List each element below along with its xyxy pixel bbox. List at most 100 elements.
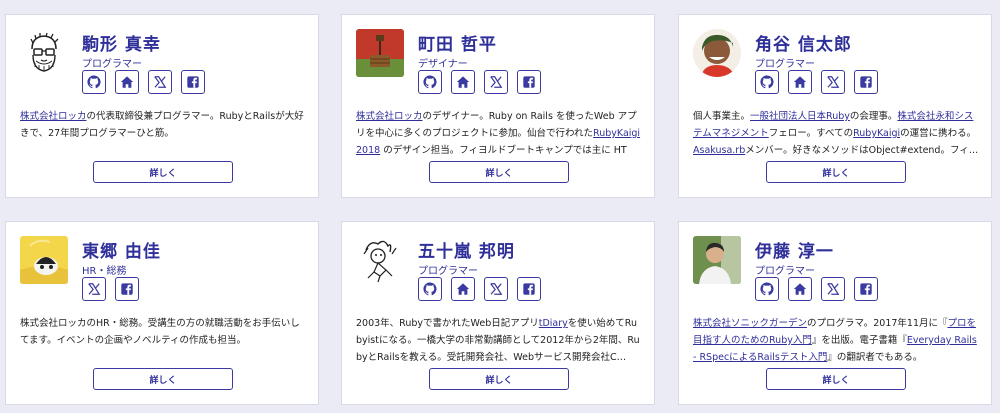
x-icon [153,75,167,89]
x-icon [87,282,101,296]
member-name: 町田 哲平 [418,35,497,55]
facebook-link[interactable] [181,70,205,94]
home-icon [793,75,807,89]
x-link[interactable] [821,277,845,301]
bio-text: のデザイン担当。フィヨルドブートキャンプでは主に HTM… [383,145,627,156]
home-link[interactable] [451,277,475,301]
details-button[interactable]: 詳しく [93,368,233,390]
profile-card: 町田 哲平 デザイナー 株式会社ロッカのデザイナー。Ruby on Rails … [341,14,655,198]
x-icon [489,75,503,89]
member-bio: 2003年、Rubyで書かれたWeb日記アプリtDiaryを使い始めてRubyi… [356,315,642,366]
bio-link[interactable]: 一般社団法人日本Ruby [750,111,850,122]
social-links [82,70,205,94]
x-link[interactable] [484,70,508,94]
profile-card: 駒形 真幸 プログラマー 株式会社ロッカの代表取締役兼プログラマー。RubyとR… [5,14,319,198]
bio-link[interactable]: tDiary [539,318,568,329]
profile-card: 東郷 由佳 HR・総務 株式会社ロッカのHR・総務。受講生の方の就職活動をお手伝… [5,221,319,405]
profile-card: 五十嵐 邦明 プログラマー 2003年、Rubyで書かれたWeb日記アプリtDi… [341,221,655,405]
bio-text: フェロー。すべての [768,128,854,139]
bio-text: の会理事。 [849,111,898,122]
member-bio: 個人事業主。一般社団法人日本Rubyの会理事。株式会社永和システムマネジメントフ… [693,108,979,159]
bio-text: 』の翻訳者でもある。 [827,352,923,363]
github-link[interactable] [418,70,442,94]
social-links [418,277,541,301]
member-name: 角谷 信太郎 [755,35,852,55]
home-link[interactable] [788,277,812,301]
member-name: 伊藤 淳一 [755,242,834,262]
facebook-icon [859,282,873,296]
x-icon [826,75,840,89]
avatar [20,29,68,77]
home-icon [456,75,470,89]
member-bio: 株式会社ロッカのHR・総務。受講生の方の就職活動をお手伝いしてます。イベントの企… [20,315,306,366]
github-icon [87,75,101,89]
details-button[interactable]: 詳しく [429,368,569,390]
details-button[interactable]: 詳しく [766,161,906,183]
profile-card: 伊藤 淳一 プログラマー 株式会社ソニックガーデンのプログラマ。2017年11月… [678,221,992,405]
x-icon [826,282,840,296]
member-name: 東郷 由佳 [82,242,161,262]
bio-text: メンバー。好きなメソッドはObject#extend。フィ… [745,145,979,156]
github-icon [423,282,437,296]
avatar [693,29,741,77]
avatar [20,236,68,284]
bio-link[interactable]: 株式会社ロッカ [356,111,423,122]
bio-link[interactable]: Asakusa.rb [693,145,745,156]
x-link[interactable] [148,70,172,94]
github-icon [760,282,774,296]
member-role: デザイナー [418,59,468,70]
details-button[interactable]: 詳しく [429,161,569,183]
github-link[interactable] [755,277,779,301]
member-bio: 株式会社ロッカの代表取締役兼プログラマー。RubyとRailsが大好きで、27年… [20,108,306,159]
bio-text: の運営に携わる。 [900,128,977,139]
bio-link[interactable]: 株式会社ロッカ [20,111,87,122]
details-button[interactable]: 詳しく [766,368,906,390]
home-icon [120,75,134,89]
team-grid: 駒形 真幸 プログラマー 株式会社ロッカの代表取締役兼プログラマー。RubyとR… [0,0,1000,413]
member-bio: 株式会社ロッカのデザイナー。Ruby on Rails を使ったWeb アプリを… [356,108,642,159]
member-role: プログラマー [755,59,815,70]
facebook-link[interactable] [517,277,541,301]
home-link[interactable] [451,70,475,94]
x-icon [489,282,503,296]
bio-text: 』を出版。電子書籍『 [811,335,907,346]
home-link[interactable] [115,70,139,94]
bio-text: 株式会社ロッカのHR・総務。受講生の方の就職活動をお手伝いしてます。イベントの企… [20,318,300,346]
x-link[interactable] [821,70,845,94]
facebook-link[interactable] [115,277,139,301]
x-link[interactable] [484,277,508,301]
facebook-link[interactable] [854,277,878,301]
avatar [693,236,741,284]
member-role: HR・総務 [82,266,127,277]
social-links [755,70,878,94]
facebook-icon [186,75,200,89]
facebook-link[interactable] [517,70,541,94]
member-name: 駒形 真幸 [82,35,161,55]
home-link[interactable] [788,70,812,94]
social-links [755,277,878,301]
bio-text: 2003年、Rubyで書かれたWeb日記アプリ [356,318,539,329]
bio-link[interactable]: 株式会社ソニックガーデン [693,318,807,329]
member-bio: 株式会社ソニックガーデンのプログラマ。2017年11月に『プロを目指す人のための… [693,315,979,366]
x-link[interactable] [82,277,106,301]
bio-link[interactable]: RubyKaigi [853,128,900,139]
facebook-icon [522,75,536,89]
facebook-link[interactable] [854,70,878,94]
details-button[interactable]: 詳しく [93,161,233,183]
github-icon [760,75,774,89]
facebook-icon [120,282,134,296]
facebook-icon [859,75,873,89]
github-link[interactable] [82,70,106,94]
social-links [418,70,541,94]
github-link[interactable] [755,70,779,94]
home-icon [793,282,807,296]
member-role: プログラマー [755,266,815,277]
facebook-icon [522,282,536,296]
profile-card: 角谷 信太郎 プログラマー 個人事業主。一般社団法人日本Rubyの会理事。株式会… [678,14,992,198]
bio-text: 個人事業主。 [693,111,751,122]
home-icon [456,282,470,296]
avatar [356,29,404,77]
github-link[interactable] [418,277,442,301]
bio-text: のプログラマ。2017年11月に『 [807,318,948,329]
member-role: プログラマー [418,266,478,277]
